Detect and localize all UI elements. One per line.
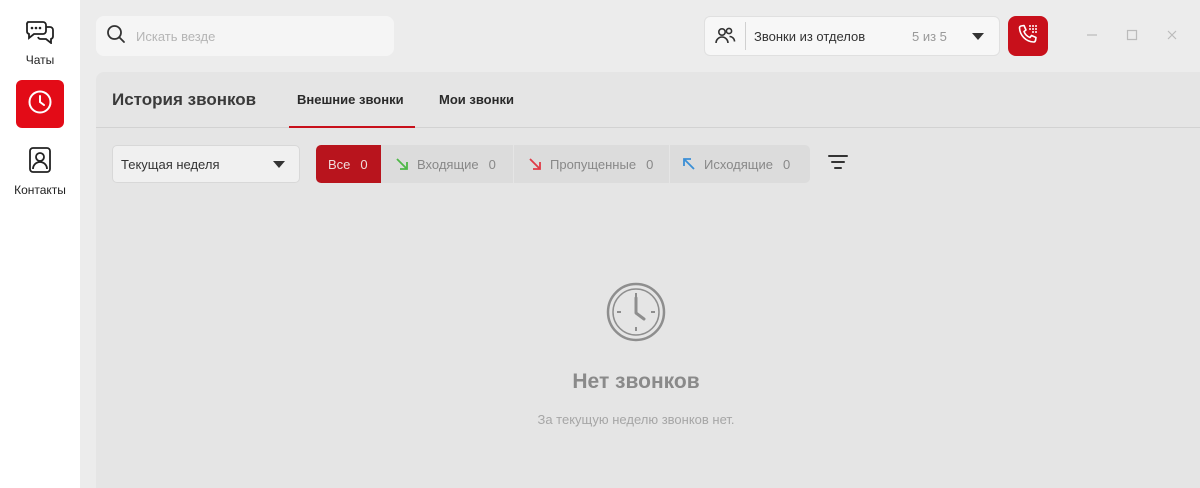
empty-clock-icon [604, 280, 668, 349]
tab-my-calls[interactable]: Мои звонки [439, 92, 514, 107]
chat-bubbles-icon [25, 18, 55, 49]
chip-label: Пропущенные [550, 156, 637, 172]
app-area: Звонки из отделов 5 из 5 История [80, 0, 1200, 488]
minimize-button[interactable] [1080, 24, 1104, 48]
caret-down-icon [273, 161, 285, 168]
rail-item-chats[interactable]: Чаты [0, 18, 80, 67]
nav-rail: Чаты Контакты [0, 0, 80, 488]
tab-external-calls[interactable]: Внешние звонки [297, 92, 404, 107]
caret-down-icon [972, 32, 984, 40]
missed-arrow-icon [528, 157, 542, 171]
filter-chip-all[interactable]: Все 0 [316, 145, 381, 183]
chip-count: 0 [488, 156, 496, 172]
phone-dialpad-icon [1016, 22, 1040, 51]
chip-label: Все [328, 156, 351, 172]
active-tab-indicator [289, 126, 415, 128]
search-input[interactable] [136, 28, 376, 44]
filter-chip-incoming[interactable]: Входящие 0 [381, 145, 513, 183]
maximize-icon [1126, 28, 1138, 44]
incoming-arrow-icon [395, 157, 409, 171]
chip-label: Входящие [417, 156, 479, 172]
department-calls-count: 5 из 5 [912, 28, 947, 44]
page-title: История звонков [112, 90, 257, 109]
empty-state-title: Нет звонков [572, 370, 700, 393]
department-calls-label: Звонки из отделов [754, 28, 866, 44]
clock-icon [27, 89, 53, 120]
search-icon [106, 24, 126, 49]
selector-divider [745, 22, 746, 50]
maximize-button[interactable] [1120, 24, 1144, 48]
minimize-icon [1086, 28, 1098, 44]
outgoing-arrow-icon [682, 157, 696, 171]
chip-count: 0 [782, 156, 791, 172]
call-history-panel: История звонков Внешние звонки Мои звонк… [96, 72, 1200, 488]
users-group-icon [705, 26, 745, 46]
global-search[interactable] [96, 16, 394, 56]
department-calls-selector[interactable]: Звонки из отделов 5 из 5 [704, 16, 1000, 56]
chip-label: Исходящие [704, 156, 773, 172]
filter-lines-icon [828, 154, 848, 175]
rail-item-call-history[interactable] [0, 80, 80, 128]
empty-state-subtitle: За текущую неделю звонков нет. [537, 412, 735, 427]
close-button[interactable] [1160, 24, 1184, 48]
rail-label-chats: Чаты [25, 53, 55, 67]
filter-chip-outgoing[interactable]: Исходящие 0 [670, 145, 810, 183]
period-select[interactable]: Текущая неделя [112, 145, 300, 183]
filter-options-button[interactable] [825, 152, 851, 176]
tabs-bar: История звонков Внешние звонки Мои звонк… [96, 72, 1200, 128]
call-history-nav-button[interactable] [16, 80, 64, 128]
rail-item-contacts[interactable]: Контакты [0, 146, 80, 197]
period-select-value: Текущая неделя [121, 156, 220, 172]
close-icon [1166, 28, 1178, 44]
contact-card-icon [27, 146, 53, 179]
filter-chip-missed[interactable]: Пропущенные 0 [514, 145, 669, 183]
rail-label-contacts: Контакты [14, 183, 66, 197]
chip-count: 0 [360, 156, 368, 172]
chip-count: 0 [646, 156, 654, 172]
dialpad-button[interactable] [1008, 16, 1048, 56]
